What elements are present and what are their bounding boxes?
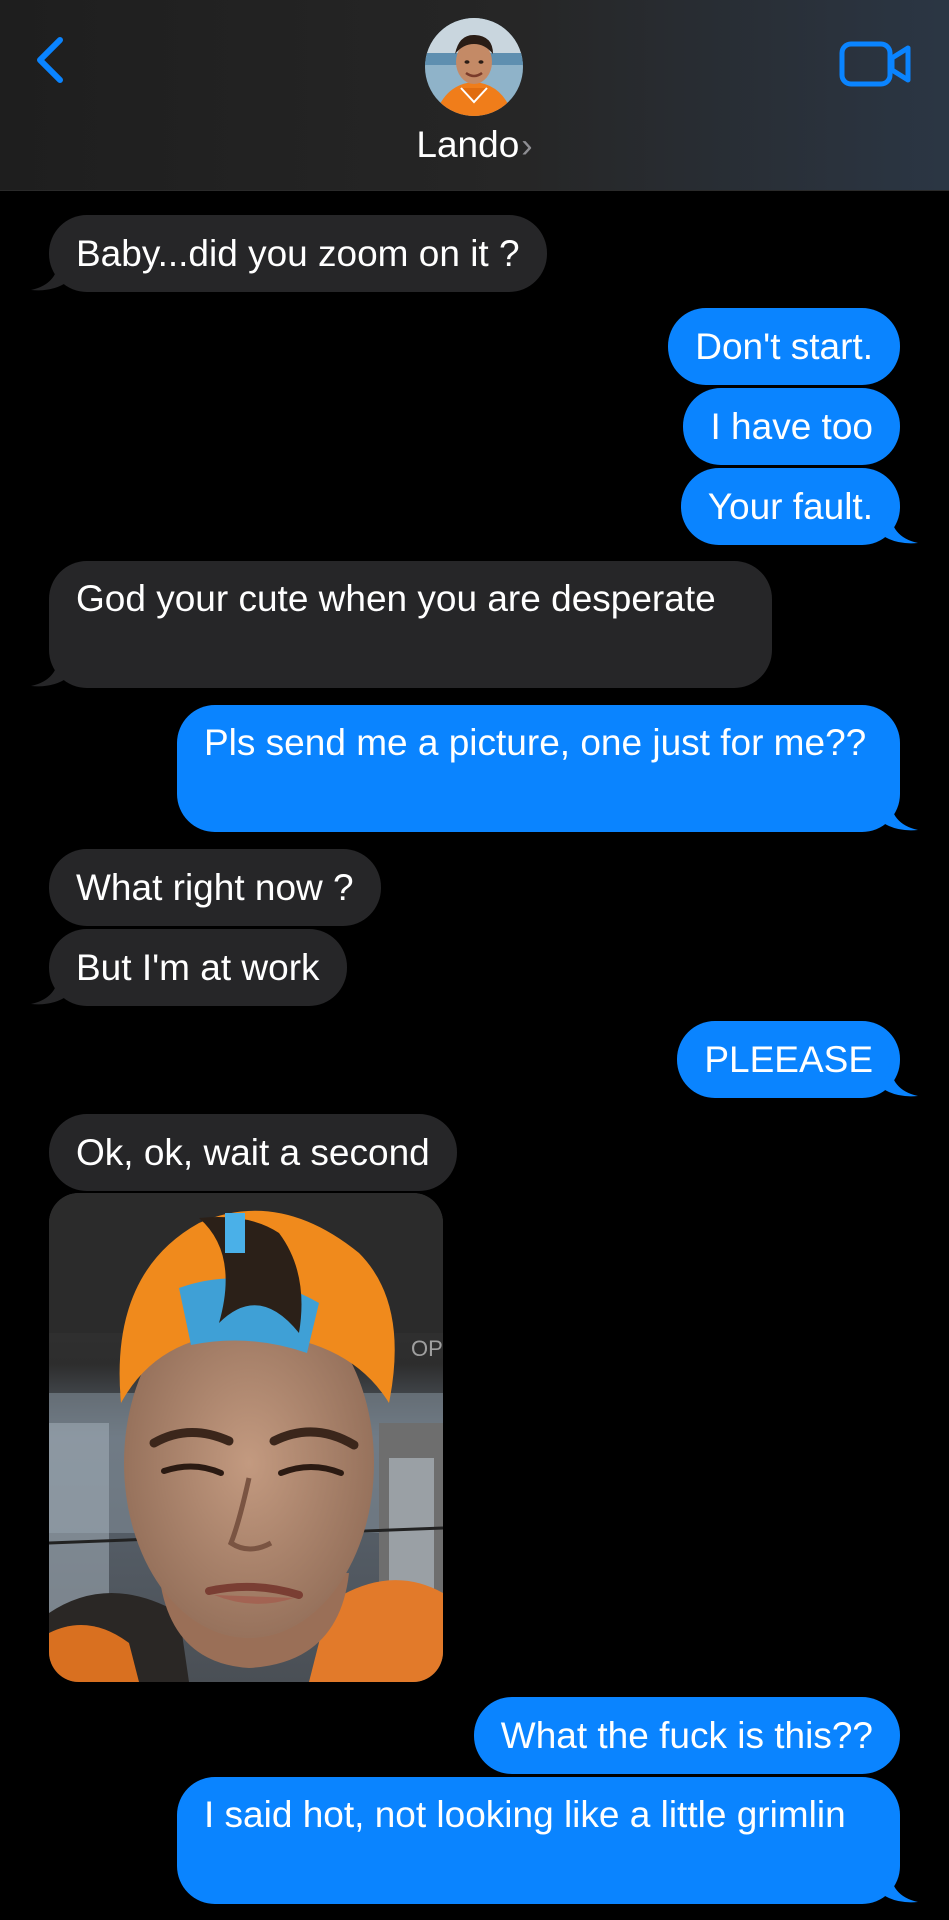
outgoing-message-bubble[interactable]: PLEEASE — [677, 1021, 900, 1098]
contact-avatar[interactable] — [425, 18, 523, 116]
message-text: What the fuck is this?? — [500, 1715, 873, 1756]
message-text: Pls send me a picture, one just for me?? — [204, 722, 867, 763]
chevron-left-icon — [37, 37, 63, 83]
chevron-right-icon: › — [521, 127, 533, 165]
message-text: I said hot, not looking like a little gr… — [204, 1794, 846, 1835]
incoming-message-bubble[interactable]: God your cute when you are desperate — [49, 561, 772, 688]
selfie-photo: OP — [49, 1193, 443, 1682]
message-text: What right now ? — [76, 867, 354, 908]
bubble-tail — [882, 796, 918, 831]
back-button[interactable] — [28, 30, 76, 90]
outgoing-message-bubble[interactable]: Don't start. — [668, 308, 900, 385]
outgoing-message-bubble[interactable]: I have too — [683, 388, 900, 465]
message-text: Don't start. — [695, 326, 873, 367]
contact-name-text: Lando — [416, 124, 520, 165]
message-text: Baby...did you zoom on it ? — [76, 233, 520, 274]
incoming-message-bubble[interactable]: Ok, ok, wait a second — [49, 1114, 457, 1191]
bubble-tail — [882, 509, 918, 544]
sign-text: OP — [411, 1336, 443, 1361]
bubble-tail — [882, 1062, 918, 1097]
video-camera-icon — [839, 41, 911, 87]
message-text: Your fault. — [707, 486, 873, 527]
contact-name[interactable]: Lando› — [0, 118, 949, 173]
message-text: I have too — [710, 406, 873, 447]
outgoing-message-bubble[interactable]: Pls send me a picture, one just for me?? — [177, 705, 900, 832]
message-text: God your cute when you are desperate — [76, 578, 716, 619]
bubble-tail — [31, 652, 67, 687]
facetime-video-button[interactable] — [838, 38, 914, 90]
outgoing-message-bubble[interactable]: I said hot, not looking like a little gr… — [177, 1777, 900, 1904]
conversation-header: Lando› — [0, 0, 949, 191]
bubble-tail — [31, 256, 67, 291]
incoming-photo-message[interactable]: OP — [49, 1193, 443, 1682]
incoming-message-bubble[interactable]: But I'm at work — [49, 929, 347, 1006]
bubble-tail — [31, 970, 67, 1005]
outgoing-message-bubble[interactable]: What the fuck is this?? — [473, 1697, 900, 1774]
message-text: But I'm at work — [76, 947, 320, 988]
incoming-message-bubble[interactable]: Baby...did you zoom on it ? — [49, 215, 547, 292]
message-text: Ok, ok, wait a second — [76, 1132, 430, 1173]
incoming-message-bubble[interactable]: What right now ? — [49, 849, 381, 926]
outgoing-message-bubble[interactable]: Your fault. — [680, 468, 900, 545]
message-text: PLEEASE — [704, 1039, 873, 1080]
bubble-tail — [882, 1868, 918, 1903]
